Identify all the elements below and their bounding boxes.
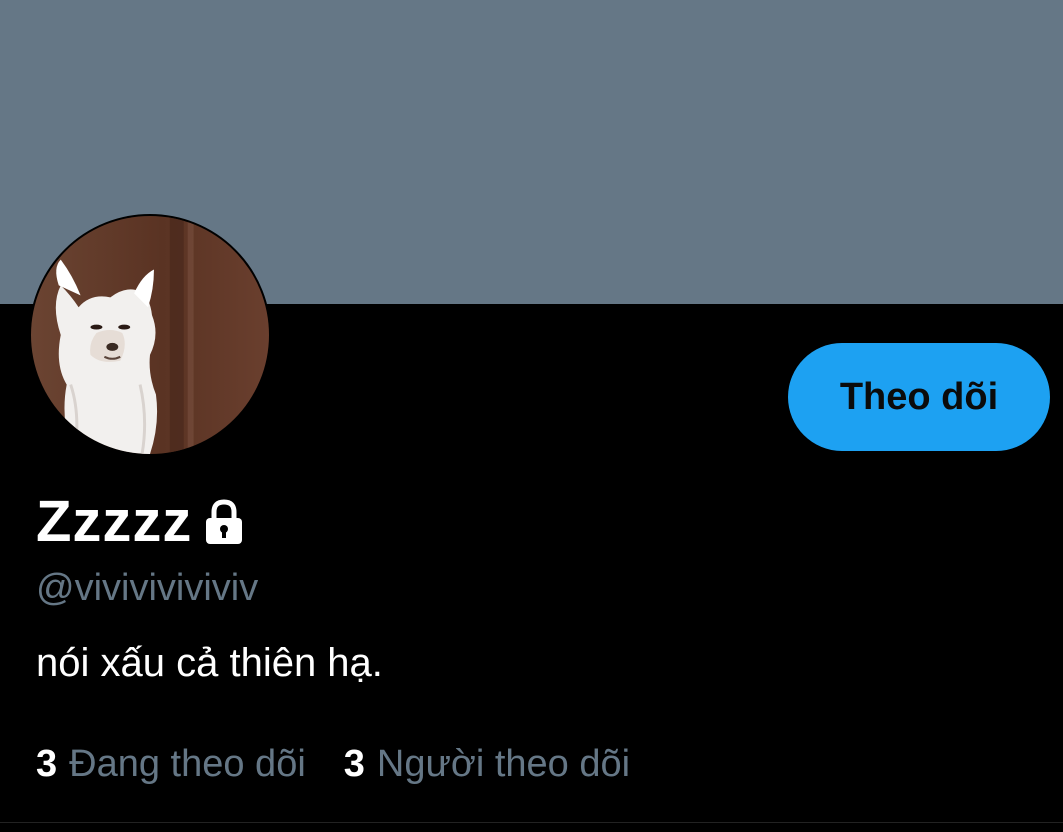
- following-link[interactable]: 3 Đang theo dõi: [36, 740, 306, 788]
- profile-bio: nói xấu cả thiên hạ.: [36, 641, 383, 685]
- following-count: 3: [36, 743, 58, 785]
- followers-count: 3: [343, 743, 365, 785]
- followers-link[interactable]: 3 Người theo dõi: [344, 740, 630, 788]
- dog-avatar-image: [31, 216, 269, 454]
- lock-icon: [200, 498, 248, 546]
- follow-button[interactable]: Theo dõi: [788, 343, 1050, 451]
- divider: [0, 822, 1063, 823]
- following-label: Đang theo dõi: [69, 743, 306, 785]
- profile-avatar[interactable]: [29, 214, 271, 456]
- profile-name-row: Zzzzz: [36, 490, 248, 554]
- followers-label: Người theo dõi: [376, 743, 631, 785]
- profile-handle: @viviviviviviv: [36, 567, 259, 609]
- display-name: Zzzzz: [36, 489, 193, 554]
- profile-stats: 3 Đang theo dõi 3 Người theo dõi: [36, 740, 630, 788]
